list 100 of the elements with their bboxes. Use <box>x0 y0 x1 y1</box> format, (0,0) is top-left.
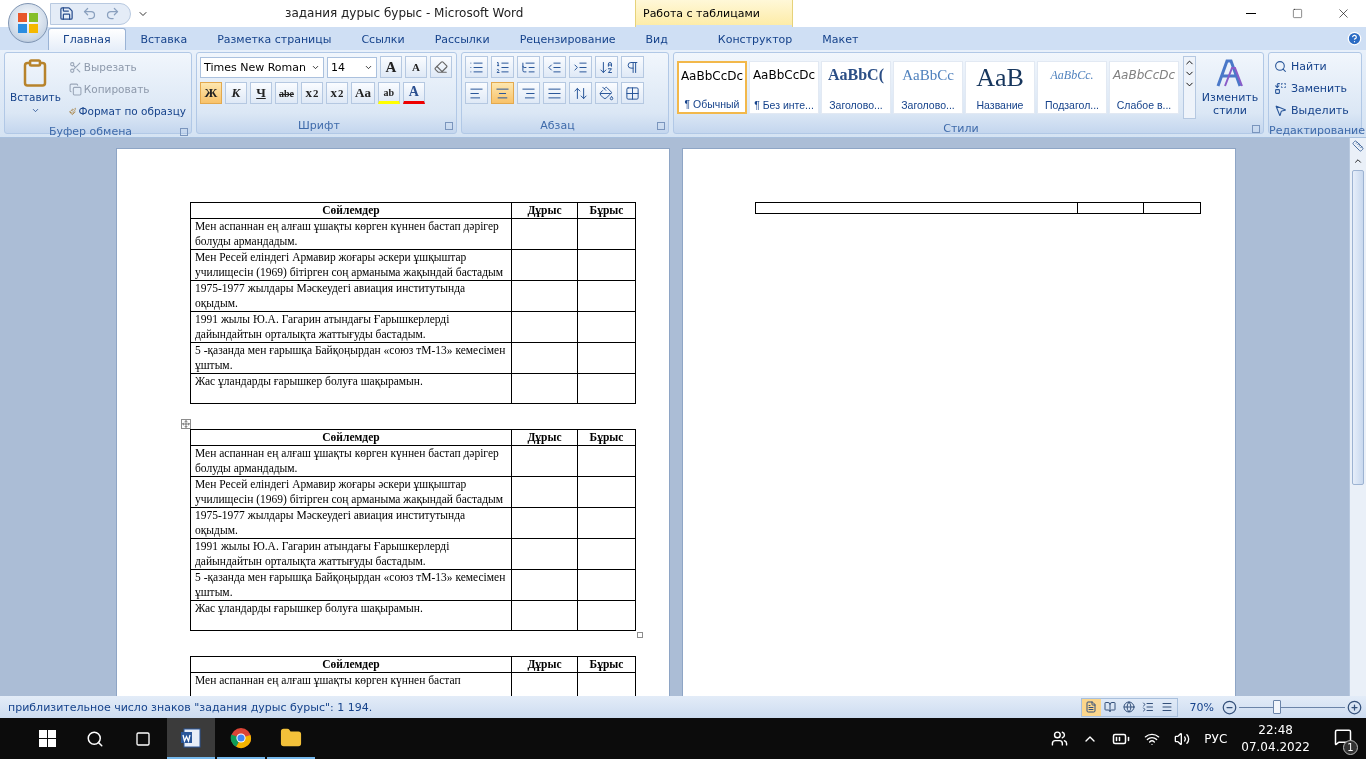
language-indicator[interactable]: РУС <box>1204 731 1228 746</box>
paragraph-button[interactable] <box>542 56 566 78</box>
font-size-field[interactable]: 14 <box>327 56 377 78</box>
vertical-scrollbar[interactable] <box>1349 138 1366 696</box>
scroll-up-icon[interactable] <box>1353 156 1363 166</box>
draft-view-icon <box>1161 701 1174 713</box>
style-gallery-item[interactable]: AaBbCc. Подзагол... <box>1037 61 1107 114</box>
grow-font-button[interactable]: A <box>380 56 402 78</box>
zoom-in-icon[interactable] <box>1347 699 1362 715</box>
gallery-scrollbar[interactable] <box>1183 56 1196 119</box>
table-cell <box>577 280 636 312</box>
align-button[interactable] <box>542 82 566 104</box>
table-cell <box>577 507 636 539</box>
align-button[interactable] <box>464 82 488 104</box>
search-icon <box>86 729 104 748</box>
windows-icon <box>39 730 56 747</box>
ribbon-tab[interactable]: Рецензирование <box>504 28 631 50</box>
font-name-field[interactable]: Times New Roman <box>200 56 324 78</box>
zoom-level[interactable]: 70% <box>1189 700 1214 714</box>
volume-icon[interactable] <box>1174 730 1191 747</box>
clear-formatting-button[interactable] <box>430 56 452 78</box>
change-styles-button[interactable]: Изменить стили <box>1200 56 1260 119</box>
bullet-list-icon <box>468 59 484 75</box>
clock-date[interactable]: 07.04.2022 <box>1241 738 1310 756</box>
zoom-slider[interactable] <box>1239 699 1345 715</box>
format-button[interactable]: Ч <box>250 82 272 104</box>
style-gallery-item[interactable]: AaBbCcDc ¶ Без инте... <box>749 61 819 114</box>
ruler-icon[interactable] <box>1352 140 1364 152</box>
style-gallery-item[interactable]: AaBbCcDc ¶ Обычный <box>677 61 747 114</box>
zoom-out-icon[interactable] <box>1222 699 1237 715</box>
help-icon[interactable] <box>1347 31 1362 46</box>
chrome-icon <box>230 726 252 749</box>
restore-icon <box>1291 8 1303 19</box>
paragraph-button[interactable] <box>620 56 644 78</box>
style-gallery-item[interactable]: AaBbCc Заголово... <box>893 61 963 114</box>
format-painter-button[interactable]: Формат по образцу <box>66 100 188 122</box>
ribbon-tab[interactable]: Вставка <box>125 28 203 50</box>
table-cell <box>577 569 636 601</box>
style-gallery-item[interactable]: AaBbC( Заголово... <box>821 61 891 114</box>
shading-button[interactable] <box>594 82 618 104</box>
taskbar-app[interactable] <box>167 718 215 759</box>
column-header: Сөйлемдер <box>190 656 512 673</box>
ribbon-tab[interactable]: Вид <box>630 28 683 50</box>
style-gallery-item[interactable]: AaBbCcDc Слабое в... <box>1109 61 1179 114</box>
column-header: Дұрыс <box>511 656 578 673</box>
paragraph-button[interactable] <box>568 56 592 78</box>
column-header: Бұрыс <box>577 202 636 219</box>
ribbon-tab[interactable]: Макет <box>807 28 874 50</box>
highlight-button[interactable]: ab <box>377 82 400 104</box>
style-gallery-item[interactable]: AaB Название <box>965 61 1035 114</box>
group-label: Абзац <box>539 119 576 132</box>
format-button[interactable]: Aa <box>351 82 375 104</box>
ribbon-tab[interactable]: Ссылки <box>346 28 420 50</box>
ribbon-tab[interactable]: Главная <box>48 28 126 50</box>
table-cell <box>577 373 636 404</box>
minimize-icon <box>1246 13 1256 14</box>
group-label: Буфер обмена <box>47 125 134 138</box>
table-cell <box>577 342 636 374</box>
line-spacing-button[interactable] <box>568 82 592 104</box>
format-button[interactable]: Ж <box>200 82 222 104</box>
format-button[interactable]: abe <box>275 82 298 104</box>
editing-button[interactable]: Заменить <box>1272 78 1351 99</box>
align-center-icon <box>494 85 510 101</box>
paste-button[interactable]: Вставить <box>8 56 63 122</box>
borders-button[interactable] <box>620 82 644 104</box>
ribbon-tab[interactable]: Разметка страницы <box>202 28 347 50</box>
save-icon[interactable] <box>59 6 74 21</box>
numbered-list-icon <box>494 59 510 75</box>
eraser-icon <box>434 60 448 74</box>
ribbon-tab[interactable]: Рассылки <box>419 28 505 50</box>
paragraph-button[interactable] <box>490 56 514 78</box>
table-move-handle[interactable] <box>180 418 191 429</box>
people-icon[interactable] <box>1051 730 1069 747</box>
column-header: Дұрыс <box>511 202 578 219</box>
caret-icon <box>30 106 40 115</box>
pointer-icon <box>1274 104 1287 117</box>
ribbon-tab[interactable]: Конструктор <box>702 28 808 50</box>
view-button[interactable] <box>1081 698 1101 716</box>
paragraph-button[interactable] <box>516 56 540 78</box>
paragraph-button[interactable] <box>594 56 618 78</box>
table-resize-handle[interactable] <box>636 631 643 638</box>
clock-time[interactable]: 22:48 <box>1258 721 1293 739</box>
editing-button[interactable]: Найти <box>1272 56 1351 77</box>
zoom-thumb[interactable] <box>1273 700 1282 714</box>
office-logo-icon <box>17 12 39 34</box>
table-cell: 1991 жылы Ю.А. Гагарин атындағы Ғарышкерлерді дайындайтын орталықта жаттығуды бастадым. <box>190 538 512 570</box>
column-header: Сөйлемдер <box>190 202 512 219</box>
font-color-button[interactable]: A <box>402 82 425 104</box>
column-header: Бұрыс <box>577 429 636 446</box>
align-button[interactable] <box>490 82 514 104</box>
table-cell <box>577 600 636 631</box>
table-cell <box>511 476 578 508</box>
align-button[interactable] <box>516 82 540 104</box>
table-cell: 1975-1977 жылдары Мәскеудегі авиация институтында оқыдым. <box>190 507 512 539</box>
paragraph-button[interactable] <box>464 56 488 78</box>
shrink-font-button[interactable]: A <box>405 56 427 78</box>
editing-button[interactable]: Выделить <box>1272 100 1351 121</box>
format-button[interactable]: К <box>225 82 247 104</box>
table-cell <box>577 249 636 281</box>
table-cell <box>577 476 636 508</box>
